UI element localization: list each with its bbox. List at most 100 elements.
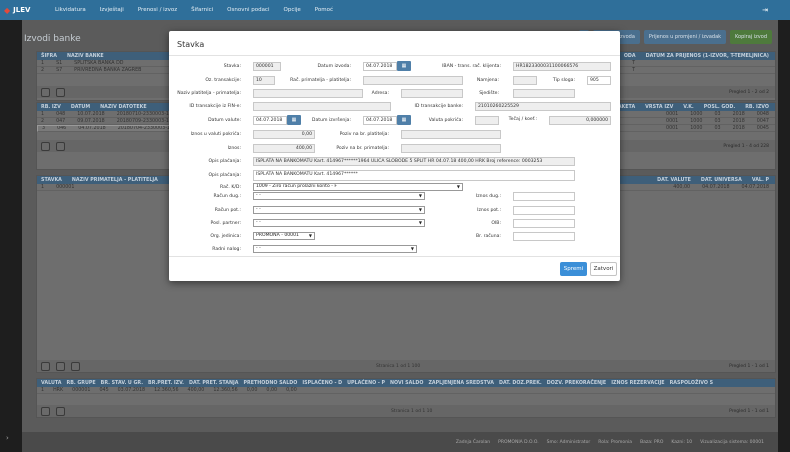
radni-nalog-label: Radni nalog: — [212, 247, 241, 252]
menu-item-pomoc[interactable]: Pomoć — [308, 7, 340, 13]
logo-icon: ◆ — [4, 5, 11, 15]
menu-item-osnovni-podaci[interactable]: Osnovni podaci — [220, 7, 276, 13]
refresh-icon[interactable] — [56, 141, 65, 151]
id-fin-field[interactable] — [253, 102, 391, 111]
edit-icon[interactable] — [41, 361, 50, 371]
grid-header: VALUTA RB. GRUPE BR. STAV. U GR. BR.PRET. I… — [37, 379, 775, 387]
racun-pot-label: Račun pot.: — [214, 208, 241, 213]
iznos-label: Iznos: — [227, 146, 241, 151]
opis-placanja-field[interactable]: ISPLATA NA BANKOMATU Kart. 414967******1… — [253, 157, 575, 166]
calendar-icon[interactable]: ▦ — [397, 61, 411, 71]
top-navbar: ◆ JLEV Likvidatura Izvještaji Prenosi / … — [0, 0, 790, 20]
grid-toolbar: Stranica 1 od 1 10 Pregled 1 - 1 od 1 — [37, 405, 775, 417]
oz-transakcije-field[interactable]: 10 — [253, 76, 275, 85]
tecaj-field[interactable]: 0,000000 — [549, 116, 611, 125]
stavka-dialog: Stavka Stavka: 000001 Datum izvoda: 04.0… — [169, 31, 620, 281]
poziv-primatelja-field[interactable] — [401, 144, 501, 153]
rac-kd-select[interactable]: 1009 - Žiro račun prolazni konto - F ▼ — [253, 183, 463, 191]
oz-transakcije-label: Oz. transakcije: — [205, 78, 241, 83]
right-rail — [778, 20, 790, 452]
br-racuna-label: Br. računa: — [476, 234, 501, 239]
menu-item-likvidatura[interactable]: Likvidatura — [48, 7, 93, 13]
menu-item-izvjestaji[interactable]: Izvještaji — [93, 7, 131, 13]
opis-placanja-2-label: Opis plaćanja: — [208, 173, 241, 178]
poziv-primatelja-label: Poziv na br. primatelja: — [336, 146, 389, 151]
chevron-down-icon: ▼ — [410, 246, 414, 251]
poziv-platitelja-field[interactable] — [401, 130, 501, 139]
tip-sloga-label: Tip sloga: — [552, 78, 575, 83]
calendar-icon[interactable]: ▦ — [397, 115, 411, 125]
left-rail: › — [0, 20, 22, 452]
page-title: Izvodi banke — [24, 34, 81, 44]
oib-label: OIB: — [491, 221, 501, 226]
iznos-valuta-label: Iznos u valuti pokrića: — [190, 132, 241, 137]
search-icon[interactable] — [41, 87, 50, 97]
namjena-field[interactable] — [513, 76, 537, 85]
tecaj-label: Tečaj / koef.: — [508, 117, 537, 122]
stavka-label: Stavka: — [223, 64, 241, 69]
table-row[interactable]: 1 HRK 000001 045 03.07.2018 12.360,56 400,00 12… — [37, 387, 775, 394]
app-logo[interactable]: ◆ JLEV — [0, 6, 40, 15]
menu-item-prenosi[interactable]: Prenosi / izvoz — [131, 7, 184, 13]
racun-pot-select[interactable]: - - ▼ — [253, 206, 425, 214]
kopiraj-izvod-button[interactable]: Kopiraj izvod — [730, 30, 772, 44]
datum-izvoda-label: Datum izvoda: — [317, 64, 352, 69]
dialog-title: Stavka — [177, 40, 205, 49]
prijenos-button[interactable]: Prijenos u promjeni / izvadak — [643, 30, 727, 44]
balance-grid: VALUTA RB. GRUPE BR. STAV. U GR. BR.PRET. I… — [36, 378, 776, 418]
racun-dug-select[interactable]: - - ▼ — [253, 192, 425, 200]
logout-icon[interactable]: ⇥ — [762, 6, 768, 14]
adresa-field[interactable] — [401, 89, 463, 98]
rac-primatelja-field[interactable] — [363, 76, 463, 85]
grid-toolbar: Stranica 1 od 1 100 Pregled 1 - 1 od 1 — [37, 360, 775, 372]
sjediste-field[interactable] — [513, 89, 575, 98]
search-icon[interactable] — [41, 141, 50, 151]
search-icon[interactable] — [56, 361, 65, 371]
id-banke-field[interactable]: 21010260225529 — [475, 102, 611, 111]
iznos-valuta-field[interactable]: 0,00 — [253, 130, 315, 139]
iznos-dug-label: Iznos dug.: — [475, 194, 501, 199]
org-jedinica-label: Org. jedinica: — [210, 234, 241, 239]
poziv-platitelja-label: Poziv na br. platitelja: — [339, 132, 389, 137]
id-fin-label: ID transakcije iz FIN-e: — [189, 104, 241, 109]
datum-valute-field[interactable]: 04.07.2018 — [253, 116, 287, 125]
status-bar: Zadnja Čarolan PROMONIA D.O.O. Smo: Admini… — [22, 432, 778, 452]
save-button[interactable]: Spremi — [560, 262, 587, 276]
valuta-pokrica-field[interactable] — [475, 116, 499, 125]
datum-izvoda-field[interactable]: 04.07.2018 — [363, 62, 397, 71]
calendar-icon[interactable]: ▦ — [287, 115, 301, 125]
tip-sloga-field[interactable]: 905 — [587, 76, 611, 85]
racun-dug-label: Račun dug.: — [213, 194, 241, 199]
posl-partner-select[interactable]: - - ▼ — [253, 219, 425, 227]
stavka-field[interactable]: 000001 — [253, 62, 281, 71]
close-button[interactable]: Zatvori — [590, 262, 617, 276]
refresh-icon[interactable] — [56, 87, 65, 97]
iznos-dug-field[interactable] — [513, 192, 575, 201]
id-banke-label: ID transakcije banke: — [414, 104, 463, 109]
rac-primatelja-label: Rač. primatelja - platitelja: — [290, 78, 351, 83]
search-icon[interactable] — [41, 406, 50, 416]
refresh-icon[interactable] — [56, 406, 65, 416]
chevron-down-icon: ▼ — [456, 184, 460, 189]
br-racuna-field[interactable] — [513, 232, 575, 241]
iban-field[interactable]: HR1823300031100066576 — [513, 62, 611, 71]
naziv-platitelja-field[interactable] — [253, 89, 363, 98]
iznos-pot-field[interactable] — [513, 206, 575, 215]
sjediste-label: Sjedište: — [479, 91, 499, 96]
adresa-label: Adresa: — [371, 91, 389, 96]
opis-placanja-2-field[interactable]: ISPLATA NA BANKOMATU Kart. 414967****** — [253, 170, 575, 181]
chevron-down-icon: ▼ — [418, 193, 422, 198]
datum-izvrsenja-label: Datum izvršenja: — [311, 118, 351, 123]
iznos-field[interactable]: 400,00 — [253, 144, 315, 153]
expand-arrow-icon[interactable]: › — [6, 434, 9, 442]
menu-item-sifarnici[interactable]: Šifarnici — [184, 7, 220, 13]
radni-nalog-select[interactable]: - - ▼ — [253, 245, 417, 253]
paging: Stranica 1 od 1 100 — [376, 363, 421, 369]
menu-item-opcije[interactable]: Opcije — [277, 7, 308, 13]
opis-placanja-label: Opis plaćanja: — [208, 159, 241, 164]
naziv-platitelja-label: Naziv platitelja - primatelja: — [177, 91, 241, 96]
datum-izvrsenja-field[interactable]: 04.07.2018 — [363, 116, 397, 125]
org-jedinica-select[interactable]: PROMONA - 00001 ▼ — [253, 232, 315, 240]
refresh-icon[interactable] — [71, 361, 80, 371]
oib-field[interactable] — [513, 219, 575, 228]
